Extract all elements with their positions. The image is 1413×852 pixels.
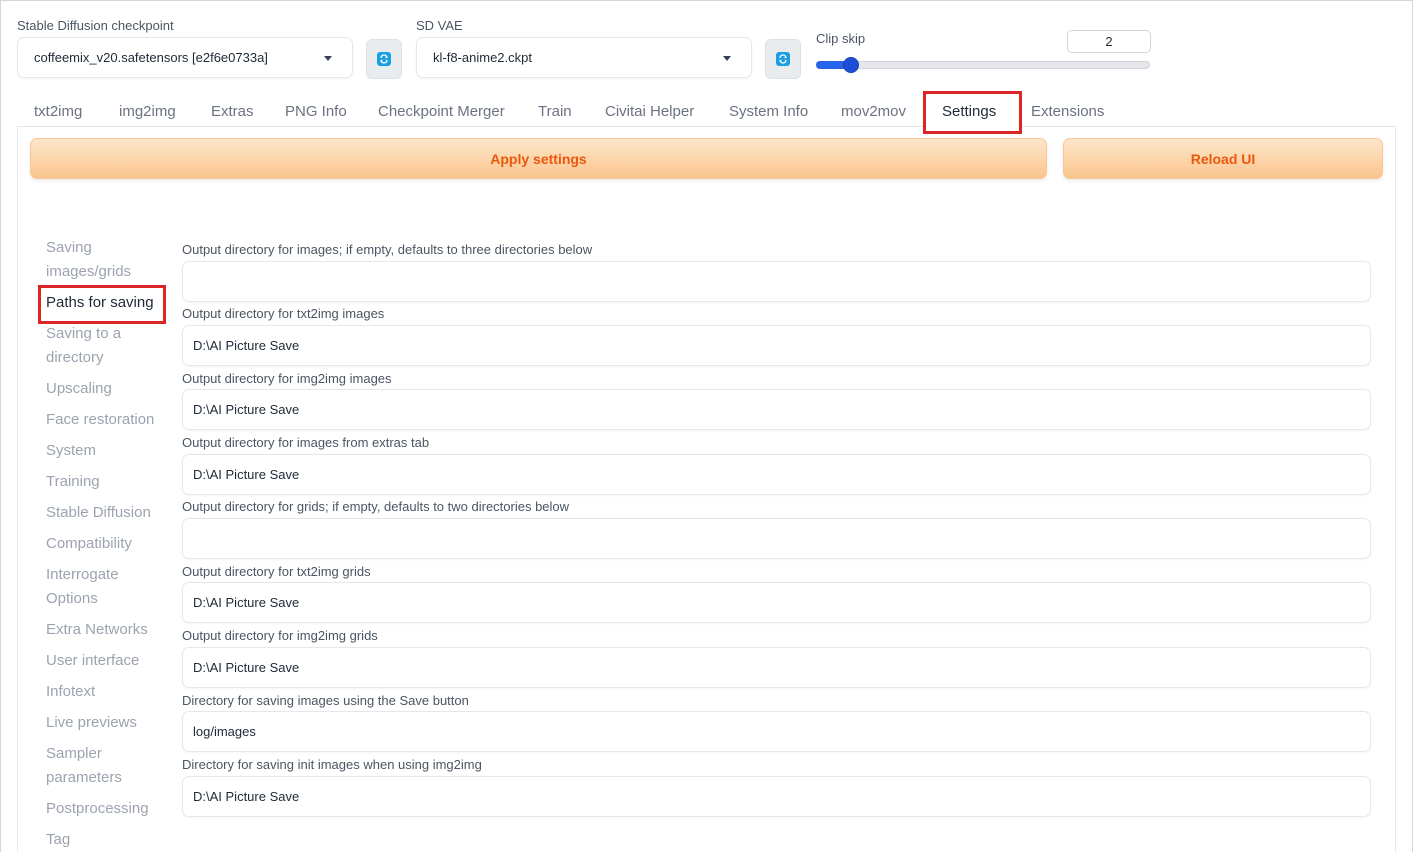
vae-select[interactable]: kl-f8-anime2.ckpt: [416, 37, 752, 78]
tab-system-info[interactable]: System Info: [729, 102, 808, 122]
sidebar-item-system[interactable]: System: [46, 439, 166, 463]
sidebar-item-sampler-parameters[interactable]: Sampler parameters: [46, 742, 146, 790]
tab-png-info[interactable]: PNG Info: [285, 102, 347, 122]
sidebar-item-compatibility[interactable]: Compatibility: [46, 532, 166, 556]
refresh-icon: [377, 52, 391, 66]
clip-skip-slider-thumb[interactable]: [843, 57, 859, 73]
sidebar-item-saving-to-a-directory[interactable]: Saving to a directory: [46, 322, 146, 370]
tab-train[interactable]: Train: [538, 102, 572, 122]
sidebar-item-extra-networks[interactable]: Extra Networks: [46, 618, 171, 642]
field-label: Output directory for txt2img images: [182, 306, 385, 321]
output-dir-extras-input[interactable]: D:\AI Picture Save: [182, 454, 1371, 495]
sidebar-item-training[interactable]: Training: [46, 470, 166, 494]
output-dir-txt2img-images-input[interactable]: D:\AI Picture Save: [182, 325, 1371, 366]
sidebar-item-paths-for-saving[interactable]: Paths for saving: [46, 291, 171, 315]
tab-mov2mov[interactable]: mov2mov: [841, 102, 906, 122]
field-label: Output directory for images; if empty, d…: [182, 242, 593, 257]
output-dir-images-input[interactable]: [182, 261, 1371, 302]
init-images-dir-input[interactable]: D:\AI Picture Save: [182, 776, 1371, 817]
tab-extensions[interactable]: Extensions: [1031, 102, 1104, 122]
sidebar-item-postprocessing[interactable]: Postprocessing: [46, 797, 171, 821]
checkpoint-value: coffeemix_v20.safetensors [e2f6e0733a]: [34, 50, 268, 65]
tab-civitai-helper[interactable]: Civitai Helper: [605, 102, 694, 122]
field-label: Output directory for images from extras …: [182, 435, 430, 450]
field-label: Output directory for img2img grids: [182, 628, 378, 643]
field-label: Output directory for grids; if empty, de…: [182, 499, 570, 514]
field-label: Output directory for txt2img grids: [182, 564, 371, 579]
output-dir-txt2img-grids-input[interactable]: D:\AI Picture Save: [182, 582, 1371, 623]
field-label: Output directory for img2img images: [182, 371, 392, 386]
vae-refresh-button[interactable]: [765, 39, 801, 79]
apply-settings-button[interactable]: Apply settings: [30, 138, 1047, 179]
checkpoint-label: Stable Diffusion checkpoint: [17, 18, 174, 33]
output-dir-img2img-images-input[interactable]: D:\AI Picture Save: [182, 389, 1371, 430]
clip-skip-number-input[interactable]: 2: [1067, 30, 1151, 53]
tab-checkpoint-merger[interactable]: Checkpoint Merger: [378, 102, 505, 122]
save-button-dir-input[interactable]: log/images: [182, 711, 1371, 752]
output-dir-grids-input[interactable]: [182, 518, 1371, 559]
field-label: Directory for saving images using the Sa…: [182, 693, 469, 708]
tab-txt2img[interactable]: txt2img: [34, 102, 82, 122]
chevron-down-icon: [723, 56, 731, 61]
field-label: Directory for saving init images when us…: [182, 757, 482, 772]
reload-ui-button[interactable]: Reload UI: [1063, 138, 1383, 179]
sidebar-item-stable-diffusion[interactable]: Stable Diffusion: [46, 501, 171, 525]
clip-skip-label: Clip skip: [816, 31, 866, 46]
sidebar-item-live-previews[interactable]: Live previews: [46, 711, 166, 735]
clip-skip-slider-track[interactable]: [816, 61, 1150, 69]
tab-extras[interactable]: Extras: [211, 102, 254, 122]
output-dir-img2img-grids-input[interactable]: D:\AI Picture Save: [182, 647, 1371, 688]
vae-label: SD VAE: [416, 18, 463, 33]
refresh-icon: [776, 52, 790, 66]
checkpoint-refresh-button[interactable]: [366, 39, 402, 79]
sidebar-item-face-restoration[interactable]: Face restoration: [46, 408, 171, 432]
sidebar-item-interrogate-options[interactable]: Interrogate Options: [46, 563, 146, 611]
sidebar-item-upscaling[interactable]: Upscaling: [46, 377, 166, 401]
vae-value: kl-f8-anime2.ckpt: [433, 50, 532, 65]
chevron-down-icon: [324, 56, 332, 61]
tab-settings[interactable]: Settings: [942, 102, 996, 122]
sidebar-item-saving-images-grids[interactable]: Saving images/grids: [46, 236, 146, 284]
sidebar-item-user-interface[interactable]: User interface: [46, 649, 171, 673]
sidebar-item-tag[interactable]: Tag: [46, 828, 166, 852]
sidebar-item-infotext[interactable]: Infotext: [46, 680, 166, 704]
checkpoint-select[interactable]: coffeemix_v20.safetensors [e2f6e0733a]: [17, 37, 353, 78]
tab-img2img[interactable]: img2img: [119, 102, 176, 122]
